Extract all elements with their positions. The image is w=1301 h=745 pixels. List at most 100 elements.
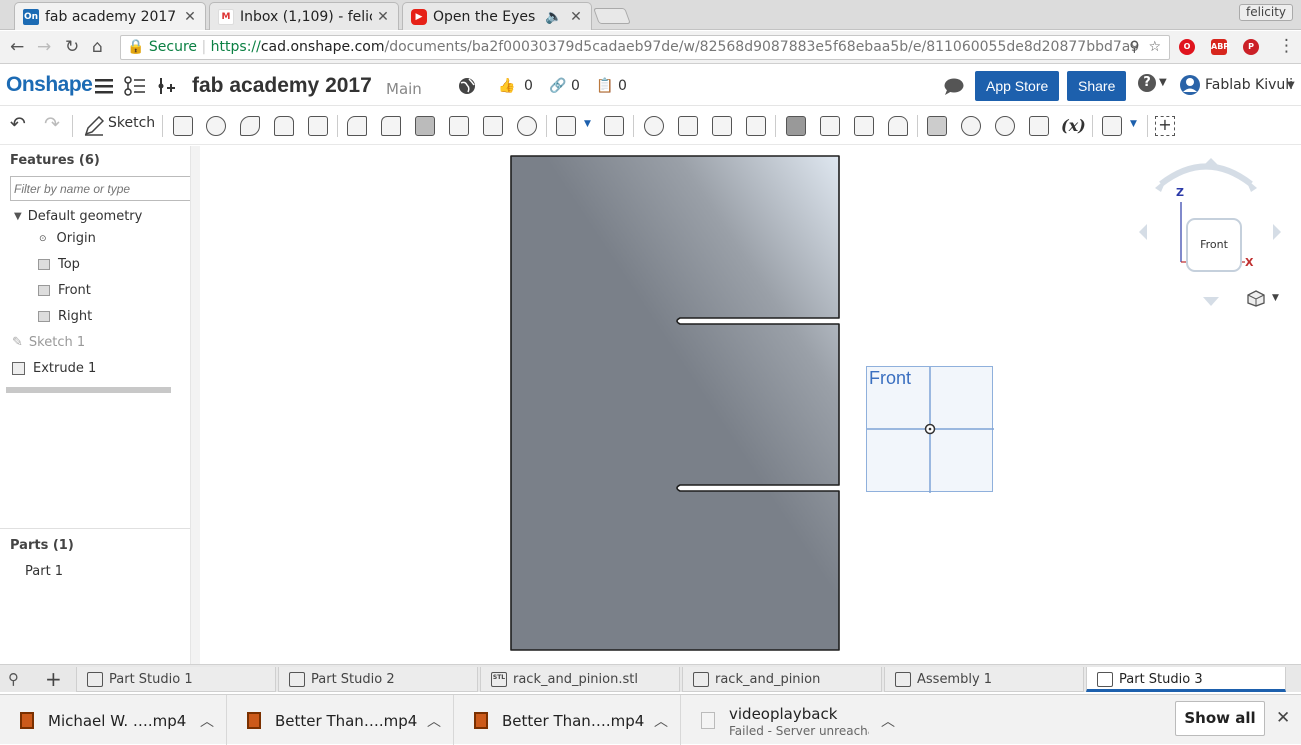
sketch-button[interactable]: Sketch [108,115,155,131]
rib-icon[interactable] [449,116,469,136]
onshape-logo[interactable]: Onshape [6,73,93,97]
part-body[interactable] [508,153,842,653]
globe-icon[interactable] [458,77,476,95]
custom-feature-icon[interactable] [1102,116,1122,136]
feature-plane-front[interactable]: Front [38,283,91,298]
tab-assembly-1[interactable]: Assembly 1 [884,667,1084,692]
loft-icon[interactable] [274,116,294,136]
mute-tab-icon[interactable]: 🔈 [543,9,565,25]
comment-icon[interactable] [944,78,964,95]
opera-extension-icon[interactable]: O [1179,39,1195,55]
help-dropdown-icon[interactable]: ▼ [1159,77,1167,88]
feature-extrude[interactable]: Extrude 1 [12,361,96,376]
shell-icon[interactable] [483,116,503,136]
transform-icon[interactable] [712,116,732,136]
delete-face-icon[interactable] [820,116,840,136]
new-tab-button[interactable] [593,8,631,24]
chevron-up-icon[interactable]: ︿ [427,711,441,731]
key-icon[interactable]: ⚲ [1129,39,1139,55]
tab-rack-and-pinion[interactable]: rack_and_pinion [682,667,882,692]
sweep-icon[interactable] [240,116,260,136]
horizontal-scrollbar[interactable] [6,387,171,393]
chevron-up-icon[interactable]: ︿ [200,711,214,731]
feature-origin[interactable]: ⊙ Origin [39,231,96,246]
feature-sketch[interactable]: ✎ Sketch 1 [12,335,85,350]
panel-divider[interactable] [0,528,194,529]
import-icon[interactable] [1029,116,1049,136]
hole-icon[interactable] [517,116,537,136]
view-cube[interactable]: Front [1186,218,1242,272]
plane-icon[interactable] [927,116,947,136]
user-avatar-icon[interactable] [1179,74,1201,96]
tab-part-studio-2[interactable]: Part Studio 2 [278,667,478,692]
download-item-failed[interactable]: videoplayback Failed - Server unreacha ︿ [681,695,908,745]
vertical-scrollbar[interactable] [190,146,200,664]
tab-manager-icon[interactable]: ⚲ [8,670,19,688]
like-icon[interactable]: 👍 [498,78,515,94]
replace-face-icon[interactable] [888,116,908,136]
close-tab-icon[interactable]: ✕ [376,9,390,25]
download-item[interactable]: Better Than….mp4 ︿ [454,695,681,745]
revolve-icon[interactable] [206,116,226,136]
front-plane-indicator[interactable]: Front [866,366,994,493]
part-list-item[interactable]: Part 1 [25,564,63,579]
tab-rack-and-pinion-stl[interactable]: STL rack_and_pinion.stl [480,667,680,692]
tab-part-studio-3[interactable]: Part Studio 3 [1086,667,1286,692]
move-face-icon[interactable] [854,116,874,136]
url-field[interactable]: 🔒 Secure | https://cad.onshape.com/docum… [120,35,1170,60]
chevron-up-icon[interactable]: ︿ [881,711,895,731]
insert-icon[interactable] [156,76,176,96]
thicken-icon[interactable] [308,116,328,136]
bookmark-star-icon[interactable]: ☆ [1148,39,1161,55]
delete-part-icon[interactable] [746,116,766,136]
close-tab-icon[interactable]: ✕ [183,9,197,25]
version-graph-icon[interactable] [124,76,146,96]
mirror-icon[interactable] [604,116,624,136]
undo-icon[interactable]: ↶ [10,113,26,135]
home-icon[interactable]: ⌂ [92,37,103,57]
modify-fillet-icon[interactable] [786,116,806,136]
profile-button[interactable]: felicity [1238,4,1293,21]
adblock-extension-icon[interactable]: ABP [1211,39,1229,55]
custom-feature-dropdown-icon[interactable]: ▼ [1130,119,1137,129]
forward-icon[interactable]: → [37,37,51,57]
hamburger-menu-icon[interactable] [95,78,113,94]
pattern-dropdown-icon[interactable]: ▼ [584,119,591,129]
copy-icon[interactable]: 📋 [596,78,613,94]
helix-icon[interactable] [961,116,981,136]
browser-tab-onshape[interactable]: On fab academy 2017 | ✕ [14,2,206,30]
document-title[interactable]: fab academy 2017 [192,74,372,98]
boolean-icon[interactable] [644,116,664,136]
add-custom-feature-icon[interactable]: + [1155,116,1175,136]
pattern-icon[interactable] [556,116,576,136]
download-item[interactable]: Better Than….mp4 ︿ [227,695,454,745]
default-geometry-group[interactable]: ▼ Default geometry [14,209,142,224]
graphics-viewport[interactable]: Front Z X Front ▼ [201,146,1301,664]
view-options-cube-icon[interactable] [1247,290,1265,307]
user-name[interactable]: Fablab Kivuli [1205,77,1293,93]
split-icon[interactable] [678,116,698,136]
extrude-icon[interactable] [173,116,193,136]
user-dropdown-icon[interactable]: ▼ [1287,80,1295,91]
help-icon[interactable]: ? [1138,74,1156,92]
browser-tab-gmail[interactable]: M Inbox (1,109) - felici ✕ [209,2,399,30]
feature-plane-top[interactable]: Top [38,257,80,272]
close-downloads-icon[interactable]: ✕ [1276,708,1290,728]
add-tab-button[interactable]: + [45,667,62,691]
mate-connector-icon[interactable] [995,116,1015,136]
fillet-icon[interactable] [347,116,367,136]
browser-tab-youtube[interactable]: ▶ Open the Eyes of 🔈 ✕ [402,2,592,30]
variable-button[interactable]: (x) [1061,116,1086,135]
chamfer-icon[interactable] [381,116,401,136]
pinterest-extension-icon[interactable]: P [1243,39,1259,55]
feature-plane-right[interactable]: Right [38,309,92,324]
view-options-dropdown-icon[interactable]: ▼ [1272,293,1279,303]
draft-icon[interactable] [415,116,435,136]
tab-part-studio-1[interactable]: Part Studio 1 [76,667,276,692]
feature-filter-input[interactable] [10,176,191,201]
app-store-button[interactable]: App Store [975,71,1060,101]
close-tab-icon[interactable]: ✕ [569,9,583,25]
link-icon[interactable]: 🔗 [549,78,566,94]
chrome-menu-icon[interactable]: ⋮ [1278,36,1295,56]
redo-icon[interactable]: ↷ [44,113,60,135]
